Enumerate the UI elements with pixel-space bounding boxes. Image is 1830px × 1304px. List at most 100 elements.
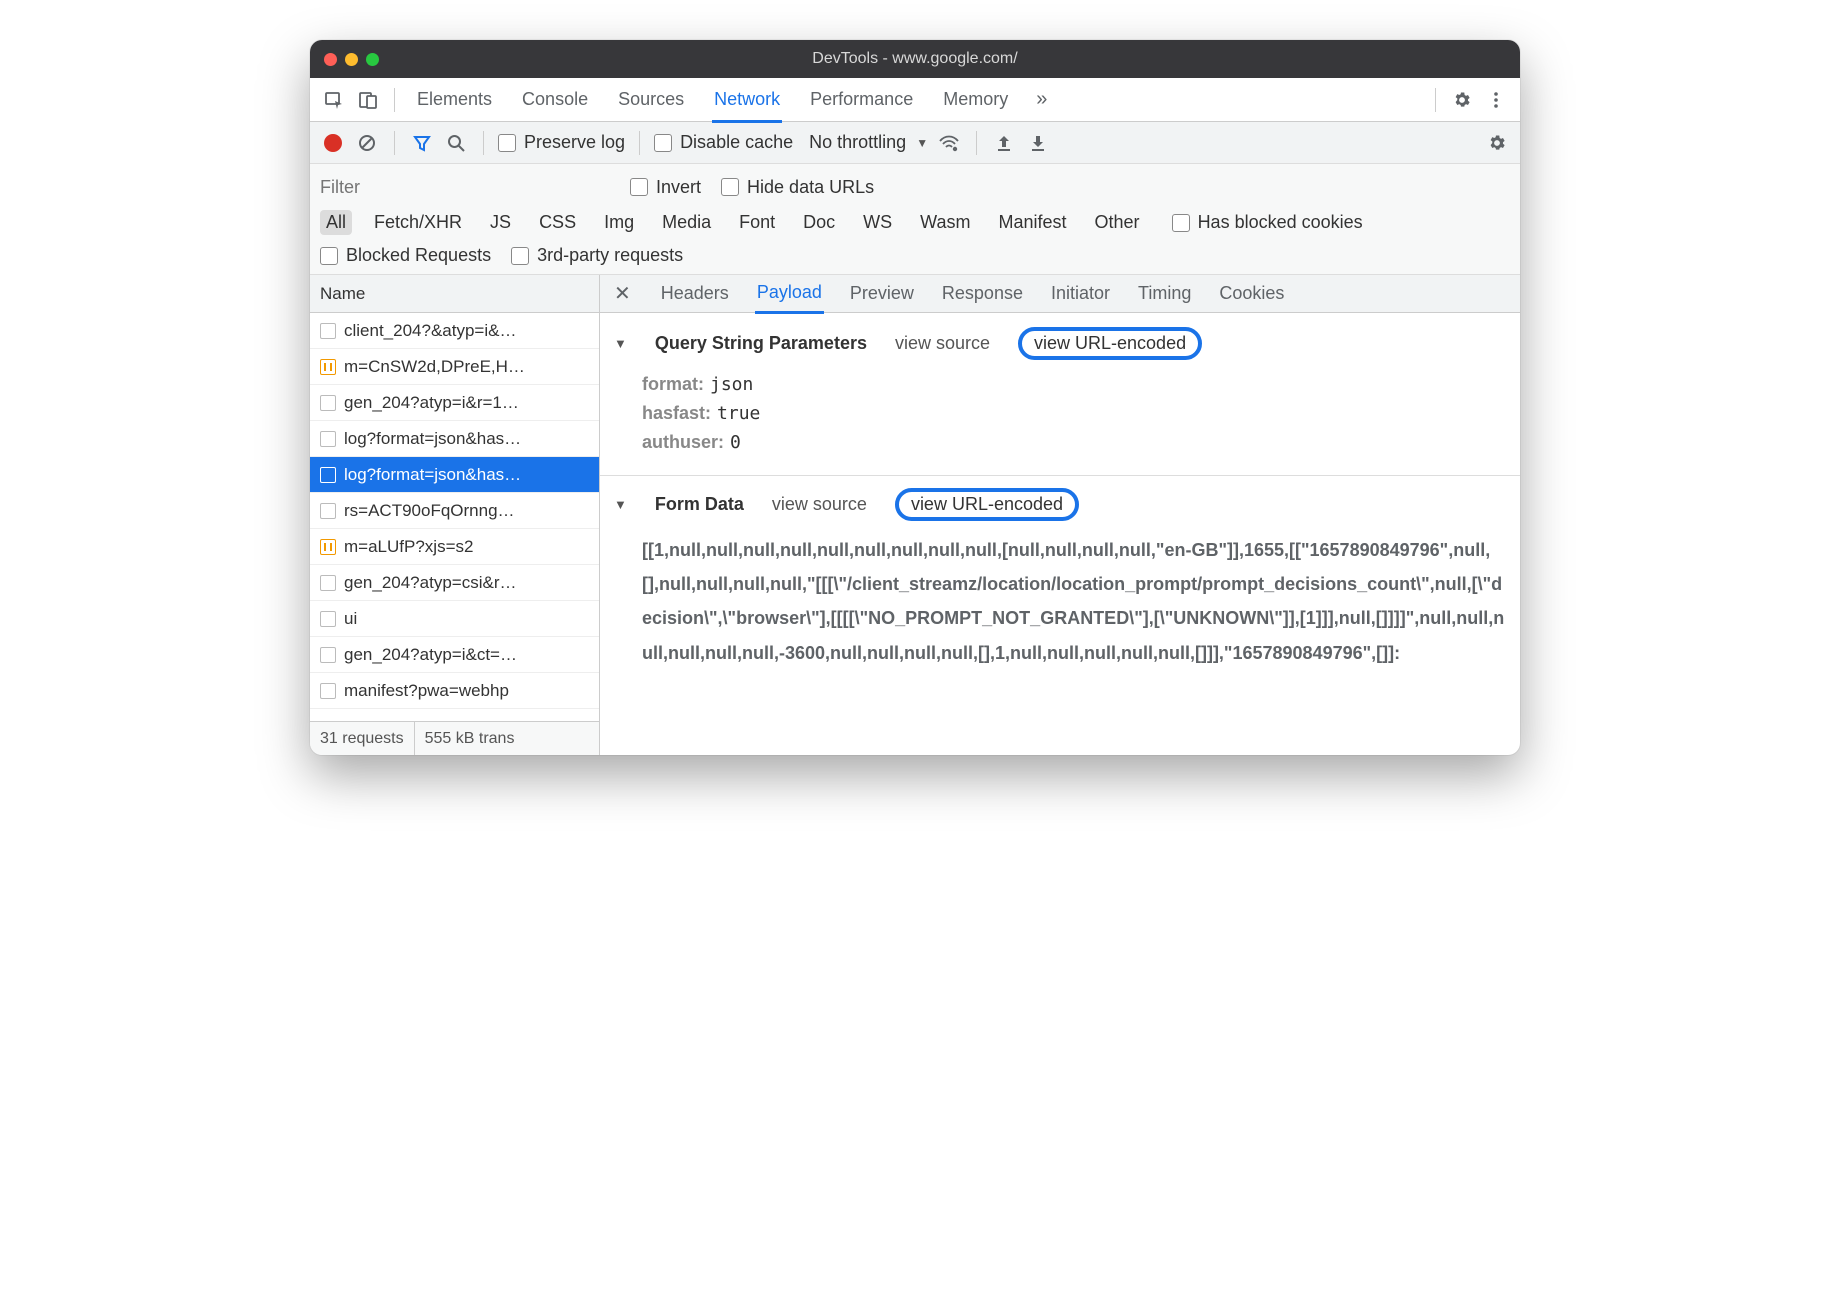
detail-tab-preview[interactable]: Preview <box>848 275 916 312</box>
filter-all[interactable]: All <box>320 210 352 235</box>
clear-icon[interactable] <box>354 130 380 156</box>
request-row[interactable]: m=aLUfP?xjs=s2 <box>310 529 599 565</box>
param-row: format:json <box>642 370 1506 399</box>
resource-type-filters: All Fetch/XHR JS CSS Img Media Font Doc … <box>320 204 1510 235</box>
request-count: 31 requests <box>310 722 415 755</box>
request-name: log?format=json&has… <box>344 429 521 449</box>
filter-wasm[interactable]: Wasm <box>914 210 976 235</box>
has-blocked-cookies-checkbox[interactable]: Has blocked cookies <box>1172 212 1363 233</box>
network-settings-icon[interactable] <box>1484 130 1510 156</box>
detail-tab-cookies[interactable]: Cookies <box>1217 275 1286 312</box>
filter-doc[interactable]: Doc <box>797 210 841 235</box>
tab-elements[interactable]: Elements <box>415 79 494 120</box>
filter-icon[interactable] <box>409 130 435 156</box>
hide-data-urls-checkbox[interactable]: Hide data URLs <box>721 177 874 198</box>
formdata-section-header[interactable]: ▼ Form Data view source view URL-encoded <box>614 482 1506 527</box>
filter-media[interactable]: Media <box>656 210 717 235</box>
qsp-params: format:jsonhasfast:true authuser: 0 <box>614 366 1506 469</box>
chevron-down-icon: ▼ <box>916 136 928 150</box>
qsp-section-header[interactable]: ▼ Query String Parameters view source vi… <box>614 321 1506 366</box>
document-icon <box>320 683 336 699</box>
search-icon[interactable] <box>443 130 469 156</box>
minimize-window-button[interactable] <box>345 53 358 66</box>
detail-tab-initiator[interactable]: Initiator <box>1049 275 1112 312</box>
request-row[interactable]: gen_204?atyp=i&r=1… <box>310 385 599 421</box>
devtools-window: DevTools - www.google.com/ Elements Cons… <box>310 40 1520 755</box>
filter-ws[interactable]: WS <box>857 210 898 235</box>
window-title: DevTools - www.google.com/ <box>310 50 1520 68</box>
filter-font[interactable]: Font <box>733 210 781 235</box>
detail-tab-timing[interactable]: Timing <box>1136 275 1193 312</box>
request-row[interactable]: gen_204?atyp=i&ct=… <box>310 637 599 673</box>
formdata-view-url-encoded[interactable]: view URL-encoded <box>895 488 1079 521</box>
preserve-log-checkbox[interactable]: Preserve log <box>498 132 625 153</box>
filter-other[interactable]: Other <box>1089 210 1146 235</box>
filter-input[interactable] <box>320 174 610 200</box>
request-row[interactable]: gen_204?atyp=csi&r… <box>310 565 599 601</box>
formdata-view-source[interactable]: view source <box>772 494 867 515</box>
detail-tab-headers[interactable]: Headers <box>659 275 731 312</box>
tabs-overflow-icon[interactable]: » <box>1036 88 1047 111</box>
request-row[interactable]: ui <box>310 601 599 637</box>
formdata-title: Form Data <box>655 494 744 515</box>
param-row: hasfast:true <box>642 399 1506 428</box>
tab-memory[interactable]: Memory <box>941 79 1010 120</box>
tab-sources[interactable]: Sources <box>616 79 686 120</box>
inspect-icon[interactable] <box>320 86 348 114</box>
settings-icon[interactable] <box>1448 86 1476 114</box>
chevron-down-icon: ▼ <box>614 497 627 512</box>
transfer-size: 555 kB trans <box>415 722 525 755</box>
request-name: log?format=json&has… <box>344 465 521 485</box>
disable-cache-checkbox[interactable]: Disable cache <box>654 132 793 153</box>
close-detail-icon[interactable]: ✕ <box>610 281 635 306</box>
filter-bar: Invert Hide data URLs All Fetch/XHR JS C… <box>310 164 1520 275</box>
upload-har-icon[interactable] <box>991 130 1017 156</box>
request-name: gen_204?atyp=i&r=1… <box>344 393 519 413</box>
main-tabs-bar: Elements Console Sources Network Perform… <box>310 78 1520 122</box>
download-har-icon[interactable] <box>1025 130 1051 156</box>
document-icon <box>320 575 336 591</box>
device-toggle-icon[interactable] <box>354 86 382 114</box>
document-icon <box>320 323 336 339</box>
request-row[interactable]: manifest?pwa=webhp <box>310 673 599 709</box>
document-icon <box>320 467 336 483</box>
tab-network[interactable]: Network <box>712 79 782 123</box>
request-detail-panel: ✕ Headers Payload Preview Response Initi… <box>600 275 1520 755</box>
record-button[interactable] <box>320 130 346 156</box>
blocked-requests-checkbox[interactable]: Blocked Requests <box>320 245 491 266</box>
maximize-window-button[interactable] <box>366 53 379 66</box>
detail-tab-response[interactable]: Response <box>940 275 1025 312</box>
request-row[interactable]: rs=ACT90oFqOrnng… <box>310 493 599 529</box>
filter-js[interactable]: JS <box>484 210 517 235</box>
request-row[interactable]: m=CnSW2d,DPreE,H… <box>310 349 599 385</box>
detail-tab-payload[interactable]: Payload <box>755 275 824 314</box>
param-key: authuser: <box>642 432 724 453</box>
filter-manifest[interactable]: Manifest <box>993 210 1073 235</box>
qsp-view-url-encoded[interactable]: view URL-encoded <box>1018 327 1202 360</box>
request-row[interactable]: client_204?&atyp=i&… <box>310 313 599 349</box>
close-window-button[interactable] <box>324 53 337 66</box>
third-party-checkbox[interactable]: 3rd-party requests <box>511 245 683 266</box>
filter-img[interactable]: Img <box>598 210 640 235</box>
tab-performance[interactable]: Performance <box>808 79 915 120</box>
qsp-view-source[interactable]: view source <box>895 333 990 354</box>
request-list-header[interactable]: Name <box>310 275 599 313</box>
document-icon <box>320 395 336 411</box>
request-name: rs=ACT90oFqOrnng… <box>344 501 515 521</box>
network-conditions-icon[interactable] <box>936 130 962 156</box>
tab-console[interactable]: Console <box>520 79 590 120</box>
request-row[interactable]: log?format=json&has… <box>310 421 599 457</box>
invert-checkbox[interactable]: Invert <box>630 177 701 198</box>
throttling-select[interactable]: No throttling ▼ <box>809 132 928 153</box>
kebab-menu-icon[interactable] <box>1482 86 1510 114</box>
filter-css[interactable]: CSS <box>533 210 582 235</box>
request-row[interactable]: log?format=json&has… <box>310 457 599 493</box>
request-name: ui <box>344 609 357 629</box>
request-name: m=aLUfP?xjs=s2 <box>344 537 473 557</box>
document-icon <box>320 431 336 447</box>
param-value: 0 <box>730 432 741 453</box>
param-value: json <box>710 374 753 395</box>
network-content: Name client_204?&atyp=i&…m=CnSW2d,DPreE,… <box>310 275 1520 755</box>
filter-fetch-xhr[interactable]: Fetch/XHR <box>368 210 468 235</box>
request-list: Name client_204?&atyp=i&…m=CnSW2d,DPreE,… <box>310 275 600 755</box>
